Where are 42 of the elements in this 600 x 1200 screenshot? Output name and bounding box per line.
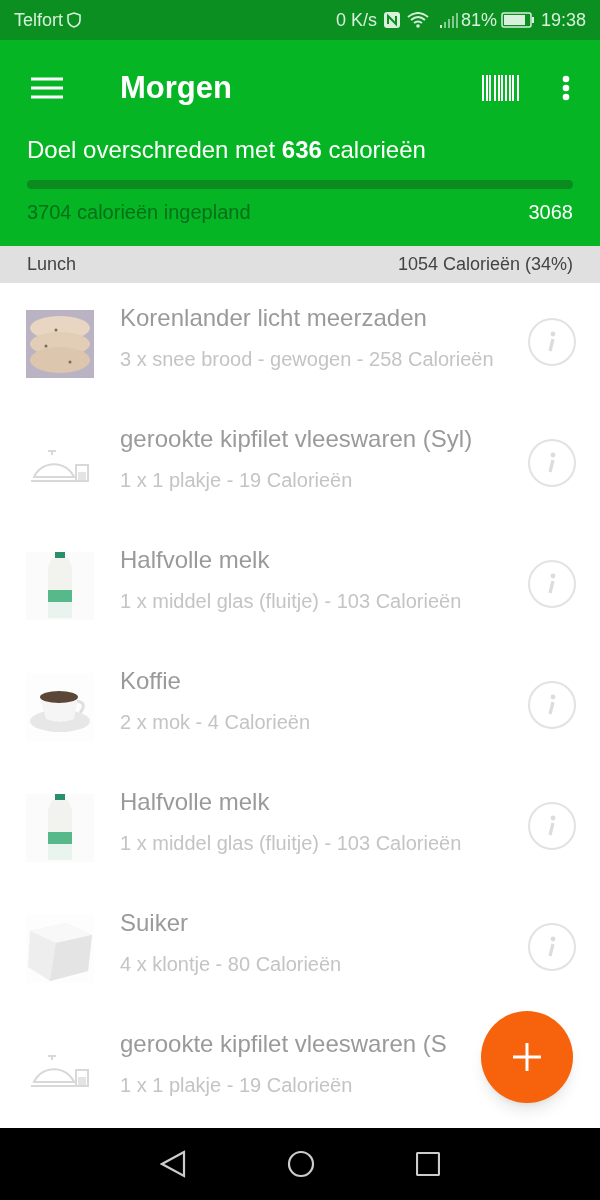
goal-message: Doel overschreden met 636 calorieën (27, 135, 427, 165)
food-name: Korenlander licht meerzaden (120, 302, 428, 333)
wifi-icon (406, 12, 429, 28)
info-icon (547, 935, 557, 958)
info-icon (547, 572, 557, 595)
toolbar-title: Morgen (120, 68, 232, 107)
plus-icon (512, 1042, 542, 1072)
barcode-button[interactable] (482, 75, 520, 101)
food-name: gerookte kipfilet vleeswaren (S (120, 1028, 448, 1059)
back-button[interactable] (160, 1150, 187, 1178)
food-name: Suiker (120, 907, 190, 938)
food-detail: 4 x klontje - 80 Calorieën (120, 951, 343, 977)
carrier-name: Telfort (14, 8, 64, 32)
food-detail: 3 x snee brood - gewogen - 258 Calorieën (120, 346, 495, 372)
info-icon (547, 451, 557, 474)
food-name: Halfvolle melk (120, 786, 271, 817)
info-icon (547, 814, 557, 837)
planned-calories: 3704 calorieën ingepland (27, 200, 251, 225)
shield-icon (67, 12, 82, 28)
recents-button[interactable] (415, 1152, 440, 1176)
food-name: Halfvolle melk (120, 544, 271, 575)
info-icon (547, 330, 557, 353)
battery-percent: 81% (460, 8, 497, 32)
section-name: Lunch (27, 253, 77, 276)
calorie-target: 3068 (528, 200, 573, 225)
network-speed: 0 K/s (335, 8, 377, 32)
food-detail: 1 x 1 plakje - 19 Calorieën (120, 467, 354, 493)
section-total: 1054 Calorieën (34%) (397, 253, 573, 276)
food-detail: 2 x mok - 4 Calorieën (120, 709, 312, 735)
food-detail: 1 x 1 plakje - 19 Calorieën (120, 1072, 354, 1098)
food-name: gerookte kipfilet vleeswaren (Syl) (120, 423, 474, 454)
battery-icon (500, 12, 535, 28)
home-button[interactable] (287, 1150, 315, 1178)
info-icon (547, 693, 557, 716)
food-detail: 1 x middel glas (fluitje) - 103 Calorieën (120, 588, 463, 614)
nfc-icon (382, 11, 401, 29)
signal-icon (438, 12, 459, 28)
food-name: Koffie (120, 665, 182, 696)
food-detail: 1 x middel glas (fluitje) - 103 Calorieën (120, 830, 463, 856)
clock: 19:38 (540, 8, 586, 32)
menu-button[interactable] (30, 76, 64, 100)
more-button[interactable] (562, 75, 570, 101)
